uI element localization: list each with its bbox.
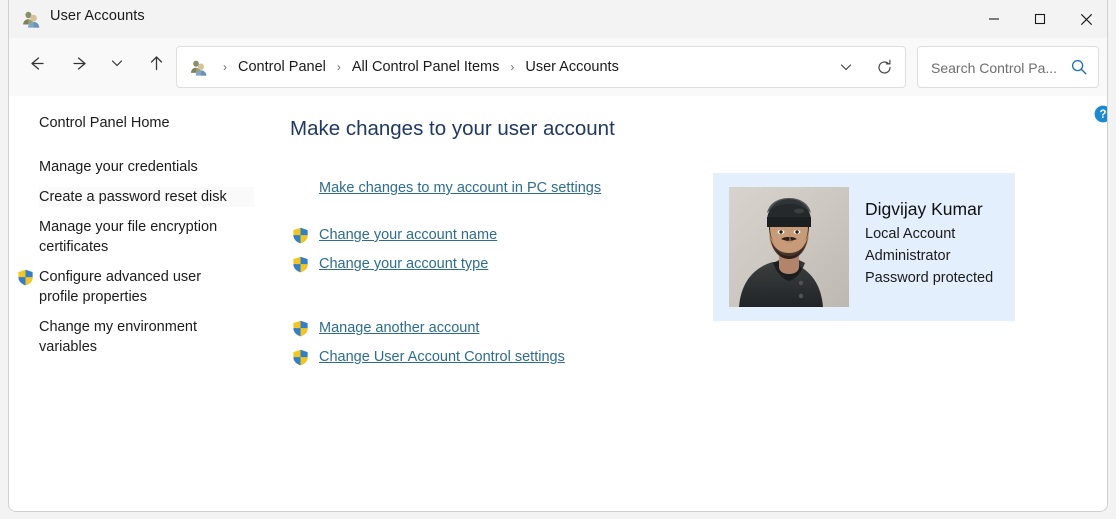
recent-locations-chevron-down-icon[interactable] (104, 46, 130, 80)
content-area: ? Control Panel Home Manage your credent… (9, 96, 1107, 511)
breadcrumb-separator: › (510, 60, 515, 74)
search-icon[interactable] (1070, 58, 1088, 76)
title-bar: User Accounts (9, 0, 1107, 38)
window-title: User Accounts (50, 8, 145, 24)
previous-locations-chevron-down-icon[interactable] (829, 48, 863, 86)
address-bar[interactable]: › Control Panel › All Control Panel Item… (176, 46, 906, 88)
users-icon (21, 9, 41, 29)
sidebar-item-advanced-user-profile-properties[interactable]: Configure advanced user profile properti… (39, 267, 229, 307)
account-name: Digvijay Kumar (865, 199, 983, 219)
shield-icon (292, 349, 309, 366)
shield-icon (292, 227, 309, 244)
search-input[interactable] (929, 47, 1069, 89)
link-pc-settings[interactable]: Make changes to my account in PC setting… (319, 180, 601, 196)
forward-button[interactable] (63, 46, 97, 80)
up-button[interactable] (139, 46, 173, 80)
link-change-account-name[interactable]: Change your account name (319, 227, 497, 243)
shield-icon (17, 269, 34, 286)
link-change-uac-settings[interactable]: Change User Account Control settings (319, 349, 565, 365)
main-panel: Make changes to your user account Make c… (271, 96, 1107, 511)
close-button[interactable] (1063, 0, 1107, 38)
sidebar-item-password-reset-disk[interactable]: Create a password reset disk (39, 187, 254, 207)
link-change-account-type[interactable]: Change your account type (319, 256, 488, 272)
breadcrumb-item-control-panel[interactable]: Control Panel (233, 56, 331, 78)
avatar (729, 187, 849, 307)
user-accounts-window: User Accounts › Control Panel › All Cont… (8, 0, 1108, 512)
account-password-status: Password protected (865, 270, 994, 286)
sidebar-item-manage-credentials[interactable]: Manage your credentials (39, 157, 249, 177)
breadcrumb-item-all-control-panel-items[interactable]: All Control Panel Items (347, 56, 504, 78)
sidebar-item-control-panel-home[interactable]: Control Panel Home (39, 113, 239, 133)
maximize-button[interactable] (1017, 0, 1063, 38)
shield-icon (292, 256, 309, 273)
shield-icon (292, 320, 309, 337)
breadcrumb-separator: › (336, 60, 341, 74)
minimize-button[interactable] (971, 0, 1017, 38)
breadcrumb: › Control Panel › All Control Panel Item… (217, 47, 624, 87)
page-title: Make changes to your user account (290, 117, 615, 140)
navigation-toolbar: › Control Panel › All Control Panel Item… (9, 38, 1107, 96)
search-box[interactable] (917, 46, 1099, 89)
refresh-icon[interactable] (866, 48, 902, 86)
account-role: Administrator (865, 248, 951, 264)
back-button[interactable] (19, 46, 53, 80)
link-manage-another-account[interactable]: Manage another account (319, 320, 479, 336)
sidebar-item-file-encryption-certificates[interactable]: Manage your file encryption certificates (39, 217, 239, 257)
account-summary-card: Digvijay Kumar Local Account Administrat… (713, 173, 1015, 321)
account-type: Local Account (865, 226, 956, 242)
sidebar: Control Panel Home Manage your credentia… (9, 96, 271, 511)
address-users-icon (189, 58, 208, 77)
breadcrumb-separator: › (223, 60, 227, 74)
breadcrumb-item-user-accounts[interactable]: User Accounts (520, 56, 624, 78)
sidebar-item-environment-variables[interactable]: Change my environment variables (39, 317, 234, 357)
